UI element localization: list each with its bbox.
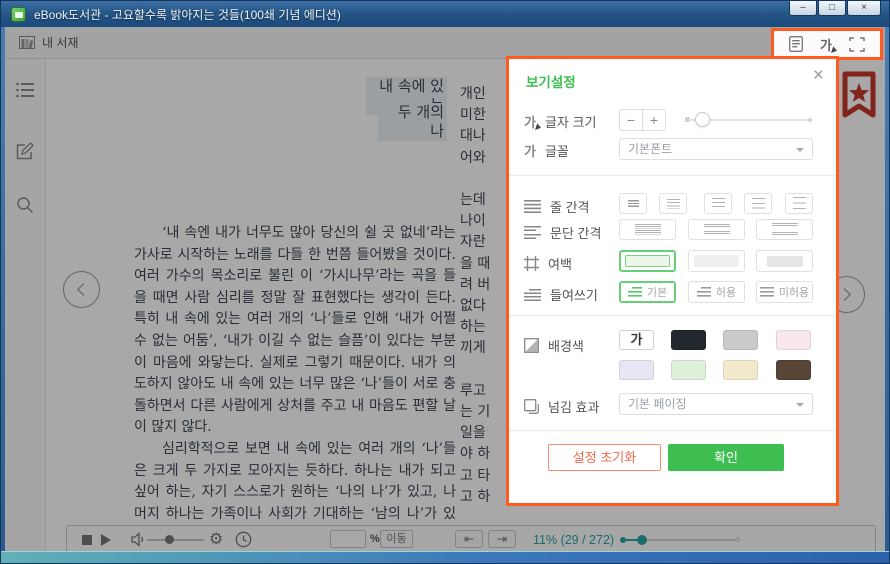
app-window: eBook도서관 - 고요할수록 밝아지는 것들(100쇄 기념 에디션) – …	[0, 0, 890, 564]
window-frame-bottom	[1, 551, 889, 563]
font-size-icon: 가	[524, 112, 536, 131]
paragraph-spacing-option-3[interactable]	[756, 219, 813, 240]
panel-close-icon[interactable]: ×	[813, 65, 824, 87]
doc-settings-button[interactable]	[789, 36, 803, 52]
font-size-row-label: 가 글자 크기	[524, 112, 596, 131]
indent-option-disallow[interactable]: 미허용	[756, 281, 813, 303]
minimize-button[interactable]: –	[789, 1, 817, 16]
indent-default-icon	[628, 287, 642, 298]
app-content: 내 서재	[5, 27, 885, 551]
fullscreen-icon	[849, 37, 865, 52]
font-size-stepper: − +	[619, 109, 666, 131]
indent-option-default[interactable]: 기본	[619, 281, 676, 303]
font-size-slider-end	[808, 118, 812, 122]
margin-icon	[524, 256, 539, 271]
line-spacing-row-label: 줄 간격	[524, 197, 590, 216]
font-settings-button[interactable]: 가	[820, 35, 832, 54]
paragraph-spacing-option-1[interactable]	[619, 219, 676, 240]
panel-title: 보기설정	[526, 71, 576, 91]
indent-allow-icon	[697, 287, 711, 298]
fullscreen-button[interactable]	[849, 37, 865, 52]
confirm-button[interactable]: 확인	[668, 444, 784, 471]
line-spacing-option-4[interactable]	[744, 193, 772, 214]
margin-option-3[interactable]	[756, 250, 813, 272]
page-effect-row-label: 넘김 효과	[524, 397, 599, 416]
bg-color-swatch-1[interactable]: 가	[619, 330, 654, 350]
line-spacing-option-3[interactable]	[704, 193, 732, 214]
indent-disallow-icon	[760, 287, 774, 298]
line-spacing-option-2[interactable]	[659, 193, 687, 214]
line-spacing-option-1[interactable]	[619, 193, 647, 214]
margin-option-2[interactable]	[688, 250, 745, 272]
margin-row-label: 여백	[524, 254, 572, 273]
bg-color-swatch-6[interactable]	[671, 360, 706, 380]
bg-color-swatch-4[interactable]	[776, 330, 811, 350]
bg-color-swatch-5[interactable]	[619, 360, 654, 380]
bg-color-swatch-8[interactable]	[776, 360, 811, 380]
bg-color-swatch-7[interactable]	[723, 360, 758, 380]
app-logo-icon	[11, 7, 26, 22]
line-spacing-icon	[524, 200, 541, 213]
font-icon: 가	[524, 141, 536, 160]
bg-color-icon	[524, 338, 539, 353]
line-spacing-option-5[interactable]	[785, 193, 813, 214]
window-titlebar: eBook도서관 - 고요할수록 밝아지는 것들(100쇄 기념 에디션)	[1, 1, 889, 27]
bg-color-swatch-2[interactable]	[671, 330, 706, 350]
font-size-increase-button[interactable]: +	[643, 110, 665, 130]
indent-option-allow[interactable]: 허용	[688, 281, 745, 303]
font-row-label: 가 글꼴	[524, 141, 569, 160]
reset-settings-button[interactable]: 설정 초기화	[548, 444, 661, 471]
doc-settings-icon	[789, 36, 803, 52]
paragraph-spacing-option-2[interactable]	[688, 219, 745, 240]
window-close-button[interactable]: ×	[847, 1, 881, 16]
indent-row-label: 들여쓰기	[524, 285, 598, 304]
font-size-decrease-button[interactable]: −	[620, 110, 643, 130]
indent-icon	[524, 289, 541, 301]
paragraph-spacing-row-label: 문단 간격	[524, 223, 601, 242]
maximize-button[interactable]: □	[818, 1, 846, 16]
view-settings-panel: 보기설정 × 가 글자 크기 − + 가 글꼴 기본폰트	[506, 56, 839, 506]
chevron-down-icon	[796, 148, 804, 152]
bg-color-row-label: 배경색	[524, 336, 584, 355]
margin-option-1[interactable]	[619, 250, 676, 272]
page-effect-icon	[524, 399, 539, 414]
font-select[interactable]: 기본폰트	[619, 138, 813, 160]
page-effect-select[interactable]: 기본 페이징	[619, 393, 813, 415]
paragraph-spacing-icon	[524, 226, 541, 239]
font-size-slider-thumb[interactable]	[695, 112, 710, 127]
chevron-down-icon	[796, 403, 804, 407]
bg-color-swatch-3[interactable]	[723, 330, 758, 350]
window-title: eBook도서관 - 고요할수록 밝아지는 것들(100쇄 기념 에디션)	[34, 6, 341, 23]
